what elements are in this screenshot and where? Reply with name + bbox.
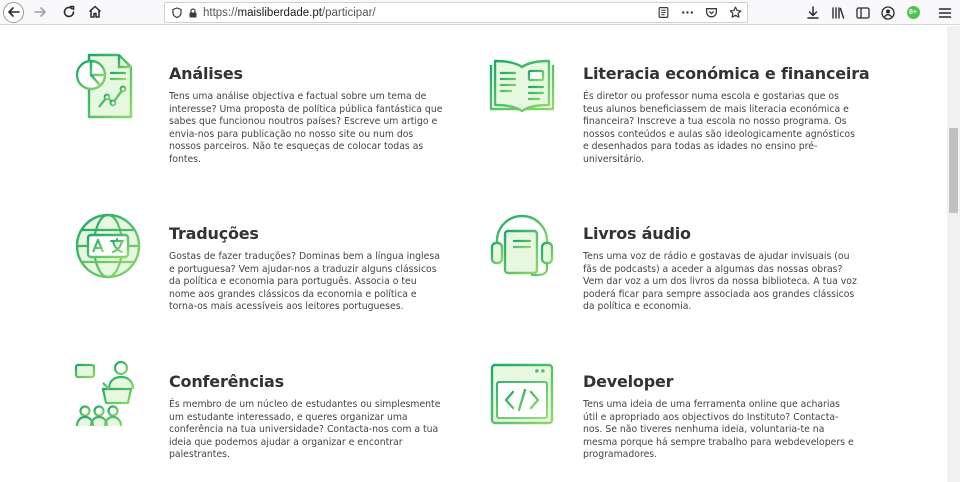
hamburger-menu-icon	[938, 7, 952, 18]
url-host: maisliberdade.pt	[237, 6, 322, 19]
back-button[interactable]	[3, 1, 24, 23]
card-livros-audio: Livros áudio Tens uma voz de rádio e gos…	[487, 211, 857, 314]
card-description: Tens uma ideia de uma ferramenta online …	[583, 399, 854, 461]
account-button[interactable]	[877, 2, 899, 24]
card-description: Tens uma voz de rádio e gostavas de ajud…	[583, 251, 857, 313]
card-description: Tens uma análise objectiva e factual sob…	[169, 91, 443, 165]
page-content: Análises Tens uma análise objectiva e fa…	[0, 26, 946, 482]
download-icon	[807, 5, 819, 19]
card-text: Livros áudio Tens uma voz de rádio e gos…	[583, 211, 857, 314]
open-book-icon	[487, 51, 557, 121]
browser-toolbar: https://maisliberdade.pt/participar/ 8+	[0, 0, 960, 25]
shield-icon[interactable]	[169, 5, 185, 21]
card-conferencias: Conferências És membro de um núcleo de e…	[73, 359, 445, 462]
forward-arrow-icon	[34, 7, 46, 17]
back-arrow-icon	[7, 7, 20, 17]
home-icon	[88, 5, 102, 18]
card-literacia: Literacia económica e financeira És dire…	[487, 51, 870, 167]
code-window-icon	[487, 359, 557, 429]
library-icon	[832, 6, 845, 19]
card-text: Traduções Gostas de fazer traduções? Dom…	[169, 211, 445, 314]
lock-icon[interactable]	[185, 5, 201, 21]
card-title: Conferências	[169, 372, 284, 391]
sidebar-button[interactable]	[852, 2, 874, 24]
reload-icon	[63, 5, 75, 18]
conference-speaker-icon	[73, 359, 143, 429]
audiobook-headphones-icon	[487, 211, 557, 281]
card-traducoes: Traduções Gostas de fazer traduções? Dom…	[73, 211, 445, 314]
card-developer: Developer Tens uma ideia de uma ferramen…	[487, 359, 857, 462]
analytics-report-icon	[73, 51, 143, 121]
bookmark-star-icon[interactable]	[727, 5, 743, 21]
account-icon	[881, 5, 895, 20]
menu-button[interactable]	[934, 2, 956, 24]
page-scrollbar[interactable]	[947, 26, 960, 482]
url-text[interactable]: https://maisliberdade.pt/participar/	[203, 7, 376, 19]
reload-button[interactable]	[58, 1, 80, 23]
library-button[interactable]	[827, 2, 849, 24]
home-button[interactable]	[84, 1, 106, 23]
translation-globe-icon	[73, 211, 143, 281]
card-title: Traduções	[169, 224, 259, 243]
card-title: Análises	[169, 64, 243, 83]
url-scheme: https://	[203, 6, 238, 19]
card-description: Gostas de fazer traduções? Dominas bem a…	[169, 251, 440, 313]
address-bar[interactable]: https://maisliberdade.pt/participar/	[164, 2, 748, 23]
sidebar-icon	[856, 6, 870, 19]
card-text: Conferências És membro de um núcleo de e…	[169, 359, 445, 462]
card-text: Literacia económica e financeira És dire…	[583, 51, 870, 167]
card-analises: Análises Tens uma análise objectiva e fa…	[73, 51, 445, 167]
pocket-icon[interactable]	[703, 5, 719, 21]
card-title: Livros áudio	[583, 224, 691, 243]
card-text: Análises Tens uma análise objectiva e fa…	[169, 51, 445, 167]
scrollbar-thumb[interactable]	[949, 128, 958, 213]
reader-view-icon[interactable]	[655, 5, 671, 21]
card-description: És membro de um núcleo de estudantes ou …	[169, 399, 441, 461]
card-text: Developer Tens uma ideia de uma ferramen…	[583, 359, 857, 462]
extension-badge: 8+	[906, 6, 920, 19]
card-title: Literacia económica e financeira	[583, 64, 870, 83]
card-description: És diretor ou professor numa escola e go…	[583, 91, 855, 165]
url-path: /participar/	[321, 6, 376, 19]
forward-button[interactable]	[29, 1, 51, 23]
page-actions-icon[interactable]	[679, 5, 695, 21]
downloads-button[interactable]	[802, 2, 824, 24]
card-title: Developer	[583, 372, 674, 391]
extension-button[interactable]: 8+	[902, 2, 924, 24]
